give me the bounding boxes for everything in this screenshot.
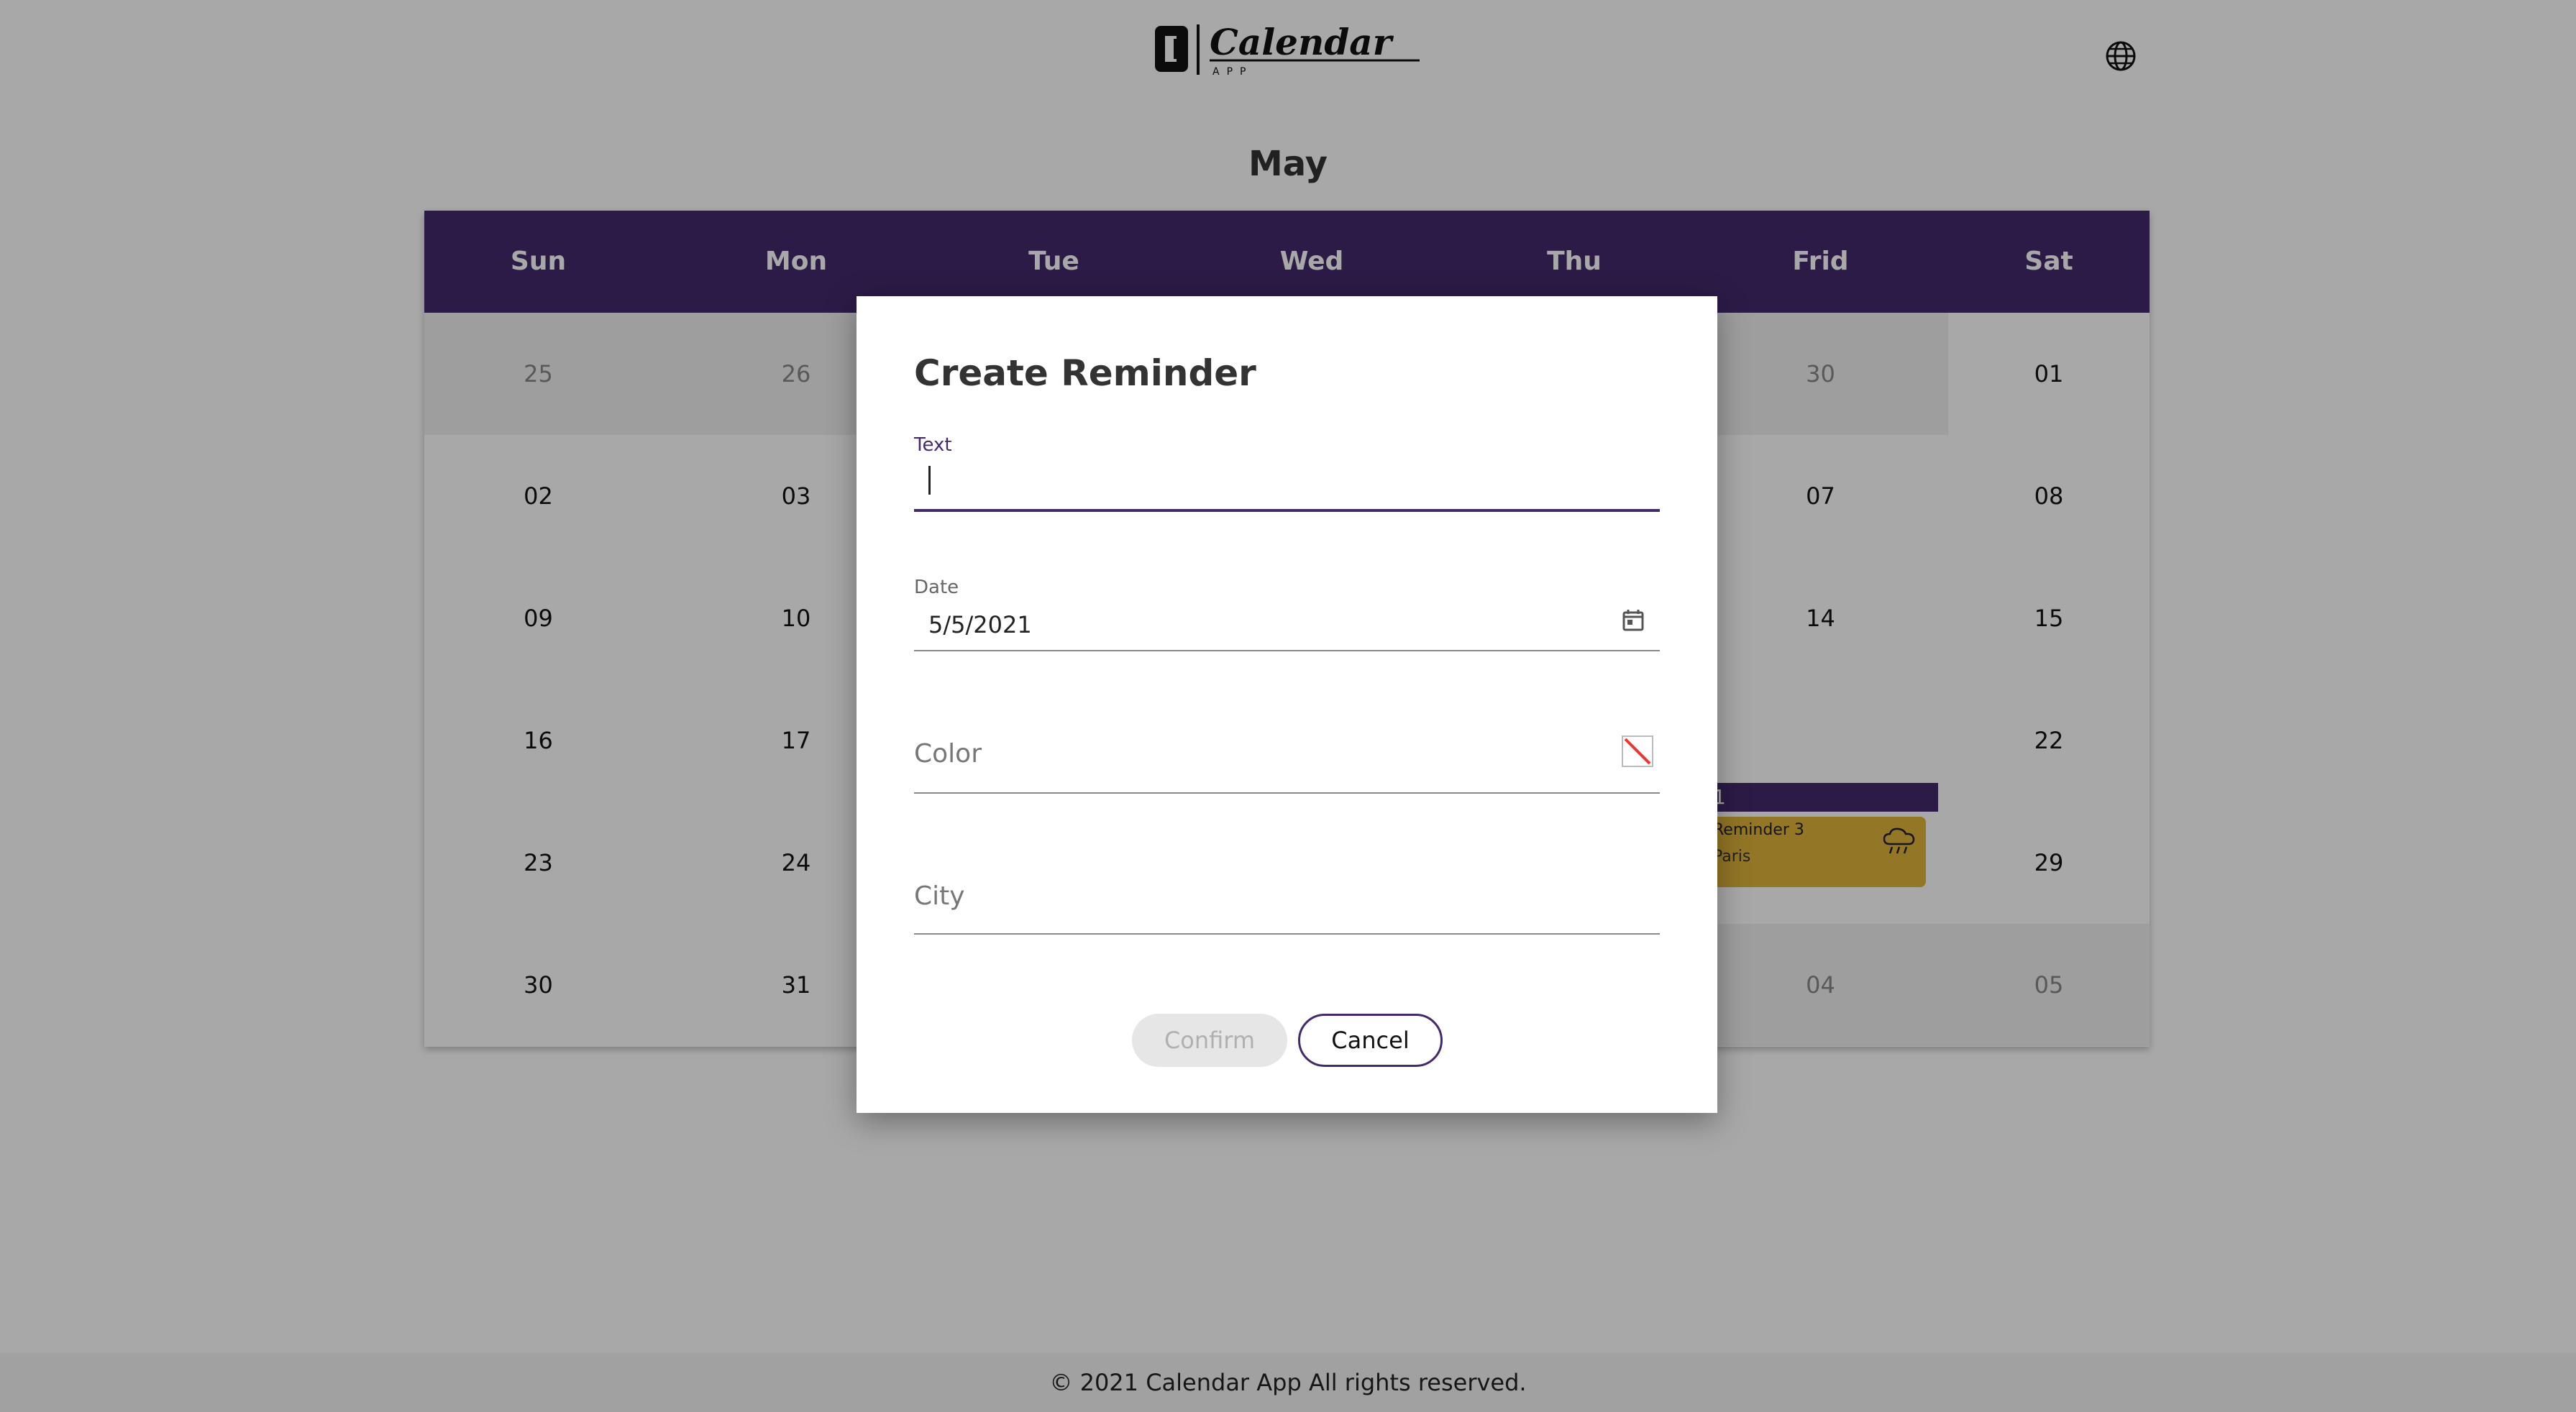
date-field[interactable]: Date 5/5/2021 xyxy=(914,568,1660,661)
city-field[interactable]: City xyxy=(914,871,1660,950)
city-underline xyxy=(914,933,1660,935)
date-input[interactable]: 5/5/2021 xyxy=(928,611,1032,638)
text-caret xyxy=(928,466,931,495)
text-underline xyxy=(914,509,1660,512)
calendar-icon[interactable] xyxy=(1621,608,1645,633)
color-field[interactable]: Color xyxy=(914,728,1660,807)
color-underline xyxy=(914,792,1660,794)
dialog-title: Create Reminder xyxy=(914,352,1256,394)
create-reminder-dialog: Create Reminder Text Date 5/5/2021 Color… xyxy=(857,296,1717,1113)
cancel-button[interactable]: Cancel xyxy=(1298,1014,1443,1067)
date-label: Date xyxy=(914,577,959,598)
color-picker-icon[interactable] xyxy=(1621,735,1654,768)
text-label: Text xyxy=(914,434,952,456)
text-field[interactable]: Text xyxy=(914,426,1660,521)
confirm-button[interactable]: Confirm xyxy=(1132,1014,1287,1067)
color-placeholder: Color xyxy=(914,739,982,769)
city-placeholder: City xyxy=(914,881,965,911)
date-underline xyxy=(914,650,1660,651)
